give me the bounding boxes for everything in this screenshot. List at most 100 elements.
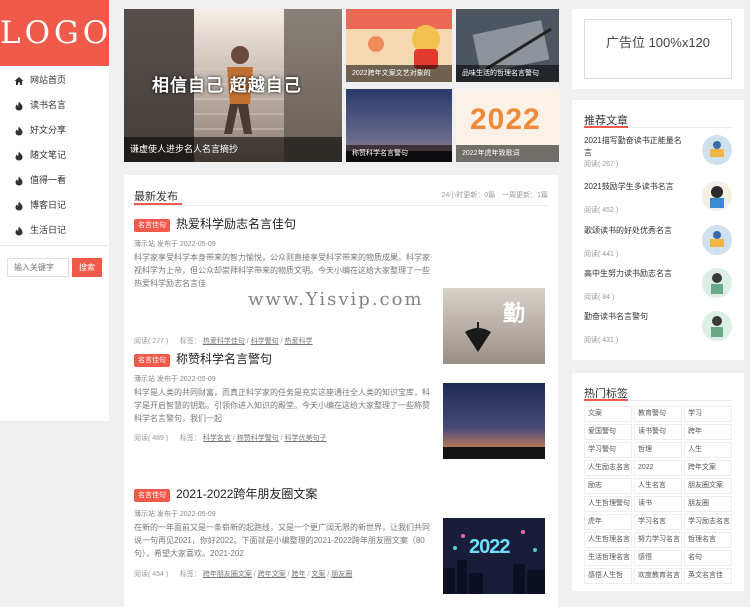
recommended-thumbnail[interactable] bbox=[702, 181, 732, 211]
recommended-thumbnail[interactable] bbox=[702, 135, 732, 165]
tag-link[interactable]: 人生 bbox=[684, 442, 732, 458]
tag-link[interactable]: 朋友圈 bbox=[684, 496, 732, 512]
tag-link[interactable]: 教育警句 bbox=[634, 406, 682, 422]
search-input[interactable] bbox=[7, 258, 69, 277]
category-badge[interactable]: 名言佳句 bbox=[134, 354, 170, 367]
tag-link[interactable]: 名句 bbox=[684, 550, 732, 566]
nav-item-quotes[interactable]: 读书名言 bbox=[0, 93, 109, 118]
tag-link[interactable]: 学习名言 bbox=[634, 514, 682, 530]
tag-link[interactable]: 跨年 bbox=[684, 424, 732, 440]
home-icon bbox=[14, 76, 24, 85]
fire-icon bbox=[15, 101, 23, 110]
category-badge[interactable]: 名言佳句 bbox=[134, 489, 170, 502]
tag-link[interactable]: 努力学习名言 bbox=[634, 532, 682, 548]
nav-label: 好文分享 bbox=[30, 125, 67, 135]
nav-item-worth[interactable]: 值得一看 bbox=[0, 168, 109, 193]
recommended-item[interactable]: 高中生努力读书励志名言 阅读( 84 ) bbox=[584, 266, 732, 310]
article-tag[interactable]: 跨年 bbox=[292, 571, 306, 578]
banner-caption: 品味生活的哲理名言警句 bbox=[456, 65, 559, 82]
logo[interactable]: LOGO bbox=[0, 0, 109, 66]
tag-link[interactable]: 朋友圈文案 bbox=[684, 478, 732, 494]
tag-link[interactable]: 爱国警句 bbox=[584, 424, 632, 440]
tag-link[interactable]: 人生哲理警句 bbox=[584, 496, 632, 512]
tag-link[interactable]: 读书 bbox=[634, 496, 682, 512]
nav-item-home[interactable]: 网站首页 bbox=[0, 68, 109, 93]
banner-caption: 2022年虎年致歌词 bbox=[456, 145, 559, 162]
article-thumbnail[interactable] bbox=[443, 383, 545, 459]
tag-link[interactable]: 英文名言佳 bbox=[684, 568, 732, 584]
tag-link[interactable]: 人生名言 bbox=[634, 478, 682, 494]
tag-link[interactable]: 学习 bbox=[684, 406, 732, 422]
recommended-item[interactable]: 2021鼓励学生多读书名言 阅读( 452 ) bbox=[584, 179, 732, 223]
category-badge[interactable]: 名言佳句 bbox=[134, 219, 170, 232]
nav-item-notes[interactable]: 随文笔记 bbox=[0, 143, 109, 168]
article-tag[interactable]: 科学优美句子 bbox=[285, 435, 327, 442]
article-tag[interactable]: 热爱科学佳句 bbox=[203, 338, 245, 345]
tag-link[interactable]: 哲理名言 bbox=[684, 532, 732, 548]
recommended-title[interactable]: 勤奋读书名言警句 bbox=[584, 311, 684, 323]
article-title[interactable]: 称赞科学名言警句 bbox=[176, 350, 272, 367]
article-tag[interactable]: 文案 bbox=[311, 571, 325, 578]
recommended-title[interactable]: 歌颂读书的好处优秀名言 bbox=[584, 225, 684, 237]
tag-link[interactable]: 欢度教育名言 bbox=[634, 568, 682, 584]
dusk-sky-image bbox=[443, 383, 545, 459]
recommended-item[interactable]: 勤奋读书名言警句 阅读( 431 ) bbox=[584, 309, 732, 353]
banner-main[interactable]: 相信自己 超越自己 谦虚使人进步名人名言摘抄 bbox=[124, 9, 342, 162]
recommended-title[interactable]: 2021鼓励学生多读书名言 bbox=[584, 181, 684, 193]
tag-link[interactable]: 励志 bbox=[584, 478, 632, 494]
view-count: 阅读( 431 ) bbox=[584, 337, 619, 344]
article-thumbnail[interactable]: 2022 bbox=[443, 518, 545, 594]
recommended-title[interactable]: 2021描写勤奋读书正能量名言 bbox=[584, 135, 684, 159]
ad-placeholder[interactable]: 广告位 100%x120 bbox=[584, 19, 732, 79]
tag-link[interactable]: 感悟 bbox=[634, 550, 682, 566]
nav-item-life[interactable]: 生活日记 bbox=[0, 218, 109, 243]
article-tag[interactable]: 跨年朋友圈文案 bbox=[203, 571, 252, 578]
recommended-thumbnail[interactable] bbox=[702, 225, 732, 255]
article-tag[interactable]: 热爱科学 bbox=[285, 338, 313, 345]
recommended-item[interactable]: 2021描写勤奋读书正能量名言 阅读( 267 ) bbox=[584, 133, 732, 177]
banner-item[interactable]: 2022 2022年虎年致歌词 bbox=[456, 89, 559, 162]
article-tag[interactable]: 科学名言 bbox=[203, 435, 231, 442]
tag-link[interactable]: 虎年 bbox=[584, 514, 632, 530]
tag-link[interactable]: 人生哲理名言 bbox=[584, 532, 632, 548]
tags-label: 标签： bbox=[179, 571, 201, 578]
banner-item[interactable]: 称赞科学名言警句 bbox=[346, 89, 452, 162]
tag-link[interactable]: 学习警句 bbox=[584, 442, 632, 458]
nav-item-articles[interactable]: 好文分享 bbox=[0, 118, 109, 143]
nav-label: 网站首页 bbox=[30, 75, 67, 85]
article-title[interactable]: 2021-2022跨年朋友圈文案 bbox=[176, 485, 317, 502]
recommended-item[interactable]: 歌颂读书的好处优秀名言 阅读( 441 ) bbox=[584, 223, 732, 267]
article-tag[interactable]: 称赞科学警句 bbox=[237, 435, 279, 442]
tag-link[interactable]: 文案 bbox=[584, 406, 632, 422]
banner-item[interactable]: 2022跨年文案文艺对象的 bbox=[346, 9, 452, 82]
article-title[interactable]: 热爱科学励志名言佳句 bbox=[176, 215, 296, 232]
article-footer: 阅读( 277 ) 标签： 热爱科学佳句 / 科学警句 / 热爱科学 bbox=[134, 338, 313, 345]
recommended-thumbnail[interactable] bbox=[702, 311, 732, 341]
tag-link[interactable]: 2022 bbox=[634, 460, 682, 476]
tag-link[interactable]: 学习励志名言 bbox=[684, 514, 732, 530]
thumb-glyph: 勤 bbox=[503, 301, 526, 326]
fire-icon bbox=[15, 151, 23, 160]
tag-link[interactable]: 跨年文案 bbox=[684, 460, 732, 476]
view-count: 阅读( 489 ) bbox=[134, 435, 169, 442]
article-tag[interactable]: 朋友圈 bbox=[331, 571, 352, 578]
tag-link[interactable]: 生活哲理名言 bbox=[584, 550, 632, 566]
tag-link[interactable]: 人生励志名言 bbox=[584, 460, 632, 476]
tag-link[interactable]: 哲理 bbox=[634, 442, 682, 458]
banner-caption: 称赞科学名言警句 bbox=[346, 145, 452, 162]
nav-item-blog[interactable]: 博客日记 bbox=[0, 193, 109, 218]
banner-item[interactable]: 品味生活的哲理名言警句 bbox=[456, 9, 559, 82]
banner-year: 2022 bbox=[470, 103, 541, 136]
featured-banner: 相信自己 超越自己 谦虚使人进步名人名言摘抄 2022跨年文案文艺对象的 品味生… bbox=[124, 9, 559, 162]
recommended-thumbnail[interactable] bbox=[702, 268, 732, 298]
title-underline bbox=[584, 126, 628, 128]
recommended-title[interactable]: 高中生努力读书励志名言 bbox=[584, 268, 684, 280]
article-tag[interactable]: 科学警句 bbox=[251, 338, 279, 345]
article-tag[interactable]: 跨年文案 bbox=[258, 571, 286, 578]
tag-link[interactable]: 读书警句 bbox=[634, 424, 682, 440]
tag-link[interactable]: 感悟人生哲 bbox=[584, 568, 632, 584]
search-button[interactable]: 搜索 bbox=[72, 258, 102, 277]
article-excerpt: 科学家享受科学本身带来的智力愉悦，公众则直接享受科学带来的物质成果。科学家视科学… bbox=[134, 253, 430, 288]
view-count: 阅读( 277 ) bbox=[134, 338, 169, 345]
article-excerpt: 科学是人类的共同财富，而真正科学家的任务是充实这座通往全人类的知识宝库，科学是开… bbox=[134, 388, 430, 423]
